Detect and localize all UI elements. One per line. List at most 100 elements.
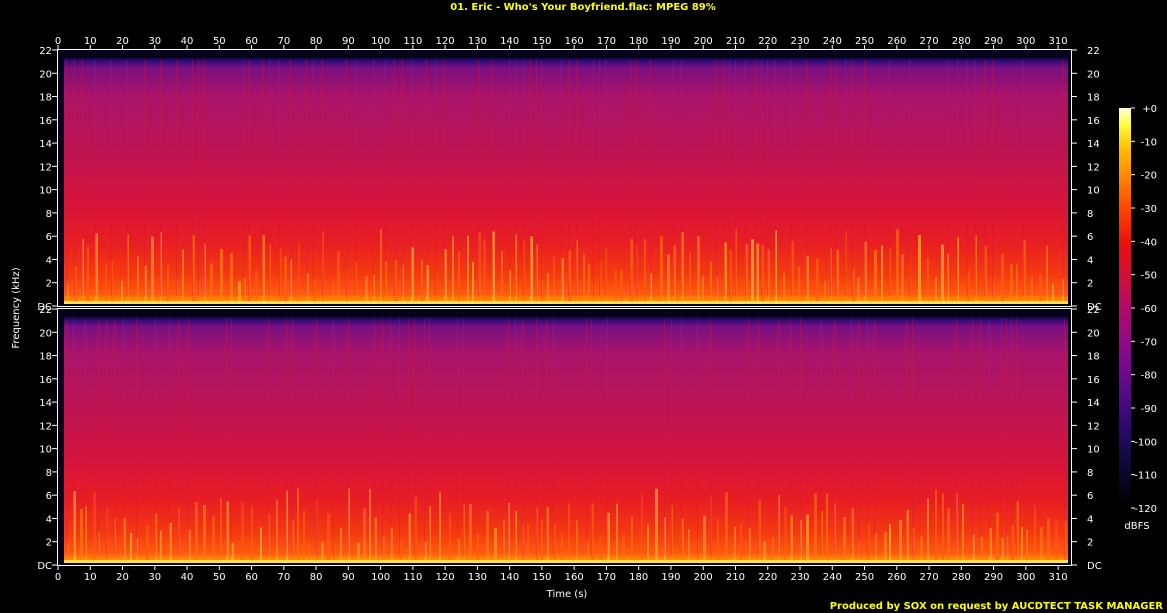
transient-streak bbox=[1046, 245, 1048, 302]
texture-line bbox=[821, 319, 822, 555]
texture-line bbox=[82, 60, 83, 296]
y-tick-label-left: 8 bbox=[46, 209, 52, 220]
transient-streak bbox=[452, 235, 454, 302]
texture-line bbox=[800, 319, 801, 555]
x-tick-label-bottom: 310 bbox=[1049, 572, 1068, 583]
x-tick-label-top: 310 bbox=[1049, 36, 1068, 47]
texture-line bbox=[830, 60, 831, 296]
transient-streak bbox=[230, 252, 233, 302]
texture-line bbox=[85, 319, 86, 555]
texture-line bbox=[541, 60, 542, 296]
transient-streak bbox=[541, 519, 543, 561]
x-tick-label-top: 250 bbox=[855, 36, 874, 47]
transient-streak bbox=[477, 533, 479, 561]
transient-streak bbox=[1039, 273, 1042, 302]
transient-streak bbox=[751, 239, 754, 302]
texture-line bbox=[858, 319, 859, 555]
texture-line bbox=[399, 319, 400, 555]
y-tick-label-right: 16 bbox=[1087, 116, 1100, 127]
texture-line bbox=[435, 60, 436, 296]
texture-line bbox=[681, 319, 682, 555]
x-tick-label-top: 160 bbox=[565, 36, 584, 47]
colorbar: +0 -10 -20 -30 -40 -50 -60 -70 -80 -90 -100 -110 -12… bbox=[1119, 104, 1157, 532]
transient-streak bbox=[874, 249, 877, 302]
low-frequency-band bbox=[64, 560, 1068, 563]
texture-line bbox=[316, 319, 317, 555]
texture-line bbox=[160, 60, 161, 296]
x-tick-label-top: 20 bbox=[116, 36, 129, 47]
texture-line bbox=[243, 60, 244, 296]
texture-line bbox=[576, 60, 577, 296]
texture-line bbox=[761, 60, 762, 296]
transient-streak bbox=[816, 258, 819, 302]
colorbar-tick-label: -90 bbox=[1141, 404, 1157, 415]
transient-streak bbox=[734, 526, 736, 561]
texture-line bbox=[630, 60, 631, 296]
texture-line bbox=[889, 60, 890, 296]
texture-line bbox=[231, 319, 232, 555]
transient-streak bbox=[182, 249, 184, 302]
transient-streak bbox=[105, 263, 107, 302]
texture-line bbox=[66, 60, 67, 296]
texture-line bbox=[188, 319, 189, 555]
transient-streak bbox=[503, 519, 505, 561]
y-tick-label-left: 4 bbox=[46, 255, 52, 266]
texture-line bbox=[561, 60, 562, 296]
x-tick-label-bottom: 130 bbox=[468, 572, 487, 583]
texture-line bbox=[836, 60, 837, 296]
colorbar-tick-label: -40 bbox=[1141, 237, 1157, 248]
transient-streak bbox=[527, 524, 529, 561]
texture-line bbox=[508, 319, 509, 555]
texture-line bbox=[426, 60, 427, 296]
texture-line bbox=[756, 60, 757, 296]
colorbar-tick-label: -50 bbox=[1141, 271, 1157, 282]
texture-line bbox=[989, 319, 990, 555]
transient-streak bbox=[824, 281, 826, 302]
transient-streak bbox=[689, 252, 691, 302]
x-tick-label-bottom: 100 bbox=[371, 572, 390, 583]
texture-line bbox=[127, 60, 128, 296]
transient-streak bbox=[806, 514, 809, 561]
texture-line bbox=[729, 60, 730, 296]
texture-line bbox=[778, 319, 779, 555]
transient-streak bbox=[494, 527, 497, 561]
y-tick-label-left: 18 bbox=[39, 93, 52, 104]
x-tick-label-top: 180 bbox=[629, 36, 648, 47]
x-tick-label-bottom: 250 bbox=[855, 572, 874, 583]
texture-line bbox=[745, 60, 746, 296]
x-tick-label-bottom: 290 bbox=[984, 572, 1003, 583]
transient-streak bbox=[321, 541, 324, 561]
texture-line bbox=[546, 319, 547, 555]
y-tick-label-left: 2 bbox=[46, 538, 52, 549]
y-tick-label-left: 6 bbox=[46, 491, 52, 502]
texture-line bbox=[650, 60, 651, 296]
texture-line bbox=[286, 319, 287, 555]
x-tick-label-bottom: 240 bbox=[823, 572, 842, 583]
x-tick-label-bottom: 0 bbox=[55, 572, 61, 583]
texture-line bbox=[912, 319, 913, 555]
transient-streak bbox=[702, 275, 704, 302]
x-axis-top: 0 10 20 30 40 50 60 70 80 90 100 110 120 130 140 150 160… bbox=[55, 36, 1068, 50]
transient-streak bbox=[1021, 527, 1023, 561]
transient-streak bbox=[332, 281, 334, 302]
y-tick-label-left: 14 bbox=[39, 398, 52, 409]
colorbar-label: dBFS bbox=[1124, 521, 1149, 532]
y-axis-right: DC246810121416182022DC246810121416182022 bbox=[1071, 46, 1102, 572]
texture-line bbox=[673, 60, 674, 296]
y-tick-label-right: 10 bbox=[1087, 186, 1100, 197]
transient-streak bbox=[251, 506, 253, 561]
transient-streak bbox=[327, 513, 330, 561]
x-tick-label-top: 90 bbox=[342, 36, 355, 47]
texture-line bbox=[864, 60, 865, 296]
colorbar-tick-label: +0 bbox=[1142, 104, 1157, 115]
transient-streak bbox=[121, 280, 123, 302]
x-tick-label-bottom: 170 bbox=[597, 572, 616, 583]
colorbar-tick-label: -120 bbox=[1134, 504, 1157, 515]
y-tick-label-left: 2 bbox=[46, 279, 52, 290]
transient-streak bbox=[996, 512, 999, 561]
y-tick-label-left: 12 bbox=[39, 421, 52, 432]
texture-line bbox=[984, 60, 985, 296]
y-tick-label-right: 14 bbox=[1087, 398, 1100, 409]
transient-streak bbox=[784, 506, 787, 561]
transient-streak bbox=[655, 488, 658, 561]
